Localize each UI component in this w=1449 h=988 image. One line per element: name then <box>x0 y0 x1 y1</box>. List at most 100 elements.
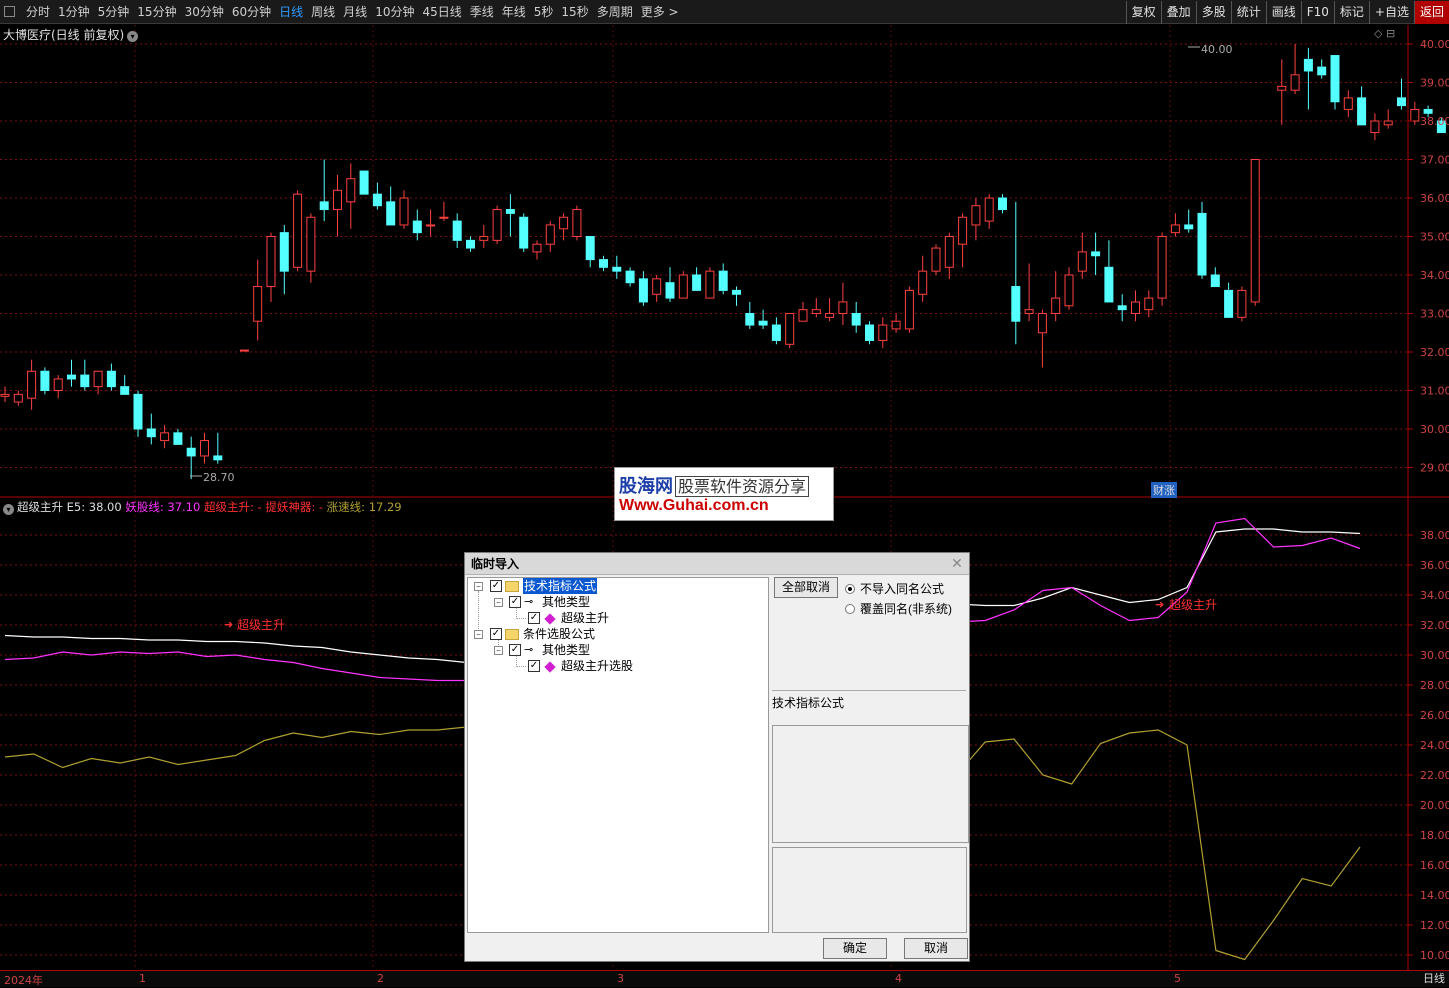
candle-body[interactable] <box>1104 266 1114 303</box>
tree-label-select[interactable]: 条件选股公式 <box>523 626 595 642</box>
candle-body[interactable] <box>1037 313 1047 334</box>
chart-corner-icons[interactable]: ◇ ⊟ <box>1374 27 1395 40</box>
candle-body[interactable] <box>1224 289 1234 318</box>
radio-no-import[interactable]: 不导入同名公式 <box>845 580 944 597</box>
candle-body[interactable] <box>705 270 715 299</box>
stock-title[interactable]: 大博医疗(日线 前复权) ▾ <box>3 26 139 43</box>
candle-body[interactable] <box>1330 55 1340 103</box>
candle-body[interactable] <box>1277 85 1287 91</box>
candle-body[interactable] <box>13 393 23 403</box>
candle-body[interactable] <box>333 189 342 211</box>
candle-body[interactable] <box>53 378 63 392</box>
candle-body[interactable] <box>1303 58 1313 72</box>
candle-body[interactable] <box>1064 274 1074 307</box>
candle-body[interactable] <box>1317 66 1327 76</box>
collapse-icon[interactable]: − <box>474 630 483 639</box>
candle-body[interactable] <box>173 432 183 445</box>
toolbar-button[interactable]: 复权 <box>1125 1 1161 24</box>
candle-body[interactable] <box>1051 297 1061 315</box>
candle-body[interactable] <box>998 197 1007 211</box>
candle-body[interactable] <box>1290 74 1300 91</box>
ok-button[interactable]: 确定 <box>823 938 887 959</box>
candle-body[interactable] <box>1170 224 1180 234</box>
toolbar-button[interactable]: F10 <box>1300 1 1334 24</box>
timeframe-tab[interactable]: 60分钟 <box>228 0 275 24</box>
candle-body[interactable] <box>492 209 502 241</box>
candle-body[interactable] <box>1197 212 1207 276</box>
checkbox-tech[interactable]: ✓ <box>490 580 502 592</box>
candle-body[interactable] <box>838 301 848 315</box>
candle-body[interactable] <box>1397 97 1406 107</box>
candle-body[interactable] <box>918 270 928 295</box>
toolbar-button[interactable]: 返回 <box>1413 1 1449 24</box>
timeframe-tab[interactable]: 周线 <box>307 0 339 24</box>
cancel-button[interactable]: 取消 <box>904 938 968 959</box>
candle-body[interactable] <box>931 247 941 272</box>
close-icon[interactable]: ✕ <box>949 555 965 571</box>
timeframe-tab[interactable]: 10分钟 <box>371 0 418 24</box>
checkbox-other-1[interactable]: ✓ <box>509 596 521 608</box>
tree-node-chaoji[interactable]: ✓ 超级主升 <box>468 610 768 626</box>
candle-body[interactable] <box>1157 236 1167 299</box>
timeframe-tab[interactable]: 日线 <box>275 0 307 24</box>
candle-body[interactable] <box>133 393 143 430</box>
indicator-menu-icon[interactable]: ▾ <box>3 504 14 515</box>
tree-label-other-1[interactable]: 其他类型 <box>542 594 590 610</box>
candle-body[interactable] <box>638 278 648 303</box>
candle-body[interactable] <box>745 313 755 326</box>
collapse-icon[interactable]: − <box>474 582 483 591</box>
candle-body[interactable] <box>466 239 475 249</box>
toolbar-button[interactable]: 多股 <box>1195 1 1231 24</box>
timeframe-tab[interactable]: 更多 > <box>637 0 683 24</box>
candle-body[interactable] <box>692 274 702 291</box>
toolbar-button[interactable]: 画线 <box>1265 1 1301 24</box>
candle-body[interactable] <box>386 201 396 226</box>
candle-body[interactable] <box>904 289 914 330</box>
candle-body[interactable] <box>253 286 263 322</box>
candle-body[interactable] <box>1370 120 1380 134</box>
candle-body[interactable] <box>798 309 808 322</box>
candle-body[interactable] <box>200 440 209 457</box>
candle-body[interactable] <box>1011 286 1021 322</box>
candle-body[interactable] <box>652 278 662 295</box>
candle-body[interactable] <box>306 216 316 272</box>
chevron-down-icon[interactable]: ▾ <box>127 31 139 42</box>
panel-toggle-icon[interactable] <box>4 6 15 17</box>
candle-body[interactable] <box>372 193 382 207</box>
candle-body[interactable] <box>559 216 569 230</box>
candle-body[interactable] <box>678 274 688 299</box>
candle-body[interactable] <box>545 224 555 245</box>
radio-overwrite[interactable]: 覆盖同名(非系统) <box>845 600 952 617</box>
candle-body[interactable] <box>572 209 582 238</box>
candle-body[interactable] <box>0 393 10 397</box>
candle-body[interactable] <box>40 370 50 391</box>
tree-label-chaoji[interactable]: 超级主升 <box>561 610 609 626</box>
candle-body[interactable] <box>811 309 821 314</box>
candle-body[interactable] <box>412 220 422 234</box>
timeframe-tab[interactable]: 季线 <box>466 0 498 24</box>
candle-body[interactable] <box>1383 120 1393 126</box>
timeframe-tab[interactable]: 分时 <box>22 0 54 24</box>
candlestick-series[interactable] <box>0 44 1449 480</box>
tree-label-other-2[interactable]: 其他类型 <box>542 642 590 658</box>
candle-body[interactable] <box>865 324 874 341</box>
badge[interactable]: 财涨 <box>1151 482 1177 498</box>
timeframe-tab[interactable]: 5分钟 <box>94 0 134 24</box>
candle-body[interactable] <box>532 243 542 253</box>
candle-body[interactable] <box>439 216 449 219</box>
checkbox-other-2[interactable]: ✓ <box>509 644 521 656</box>
candle-body[interactable] <box>1184 224 1194 230</box>
timeframe-tab[interactable]: 多周期 <box>593 0 637 24</box>
candle-body[interactable] <box>785 313 795 345</box>
period-label[interactable]: 日线 <box>1419 970 1449 987</box>
candle-body[interactable] <box>878 324 888 341</box>
candle-body[interactable] <box>1250 159 1260 303</box>
toolbar-button[interactable]: 标记 <box>1333 1 1369 24</box>
candle-body[interactable] <box>825 313 835 318</box>
timeframe-tab[interactable]: 年线 <box>498 0 530 24</box>
candle-body[interactable] <box>293 193 303 268</box>
candle-body[interactable] <box>426 224 436 227</box>
toolbar-button[interactable]: 统计 <box>1230 1 1266 24</box>
candle-body[interactable] <box>944 236 954 268</box>
candle-body[interactable] <box>266 236 276 288</box>
